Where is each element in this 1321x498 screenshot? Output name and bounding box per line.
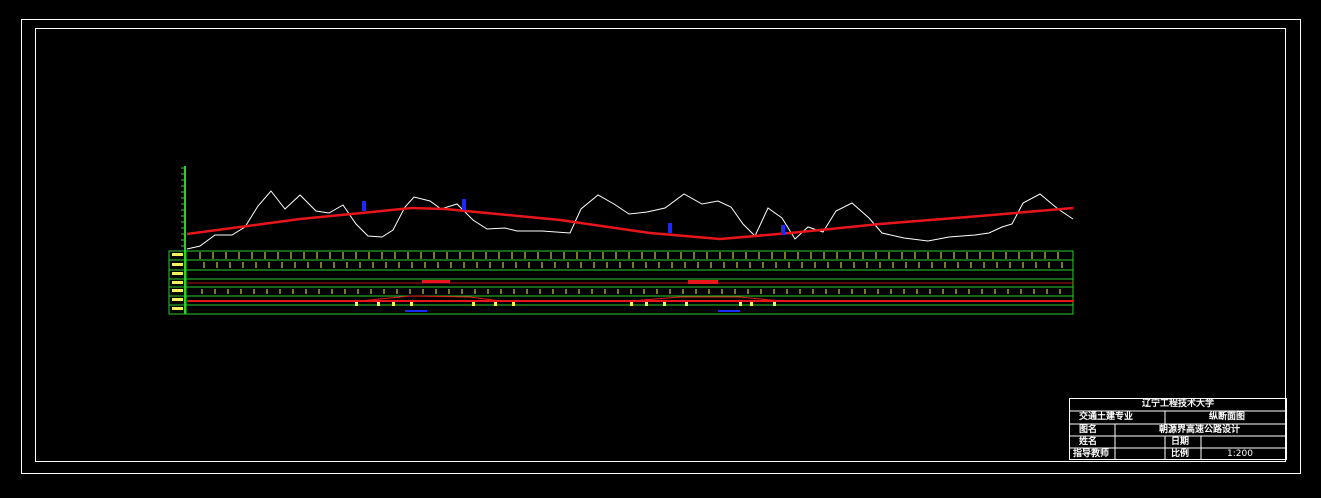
drawing-name: 纵断面图 bbox=[1209, 412, 1246, 422]
title-block: 辽宁工程技术大学 交通土建专业 纵断面图 图名 朝源界高速公路设计 姓名 日期 … bbox=[1069, 398, 1287, 460]
project-title: 朝源界高速公路设计 bbox=[1159, 425, 1241, 435]
scale-value: 1:200 bbox=[1227, 449, 1253, 459]
advisor-label: 指导教师 bbox=[1073, 449, 1110, 459]
scale-label: 比例 bbox=[1171, 449, 1190, 459]
university-name: 辽宁工程技术大学 bbox=[1141, 399, 1214, 409]
title-label: 图名 bbox=[1079, 425, 1098, 435]
vertical-curve-markers bbox=[362, 199, 785, 235]
date-label: 日期 bbox=[1171, 437, 1190, 447]
design-grade-line bbox=[186, 206, 1074, 241]
name-label: 姓名 bbox=[1079, 437, 1098, 447]
major-label: 交通土建专业 bbox=[1079, 412, 1134, 422]
profile-data-table bbox=[168, 250, 1074, 315]
